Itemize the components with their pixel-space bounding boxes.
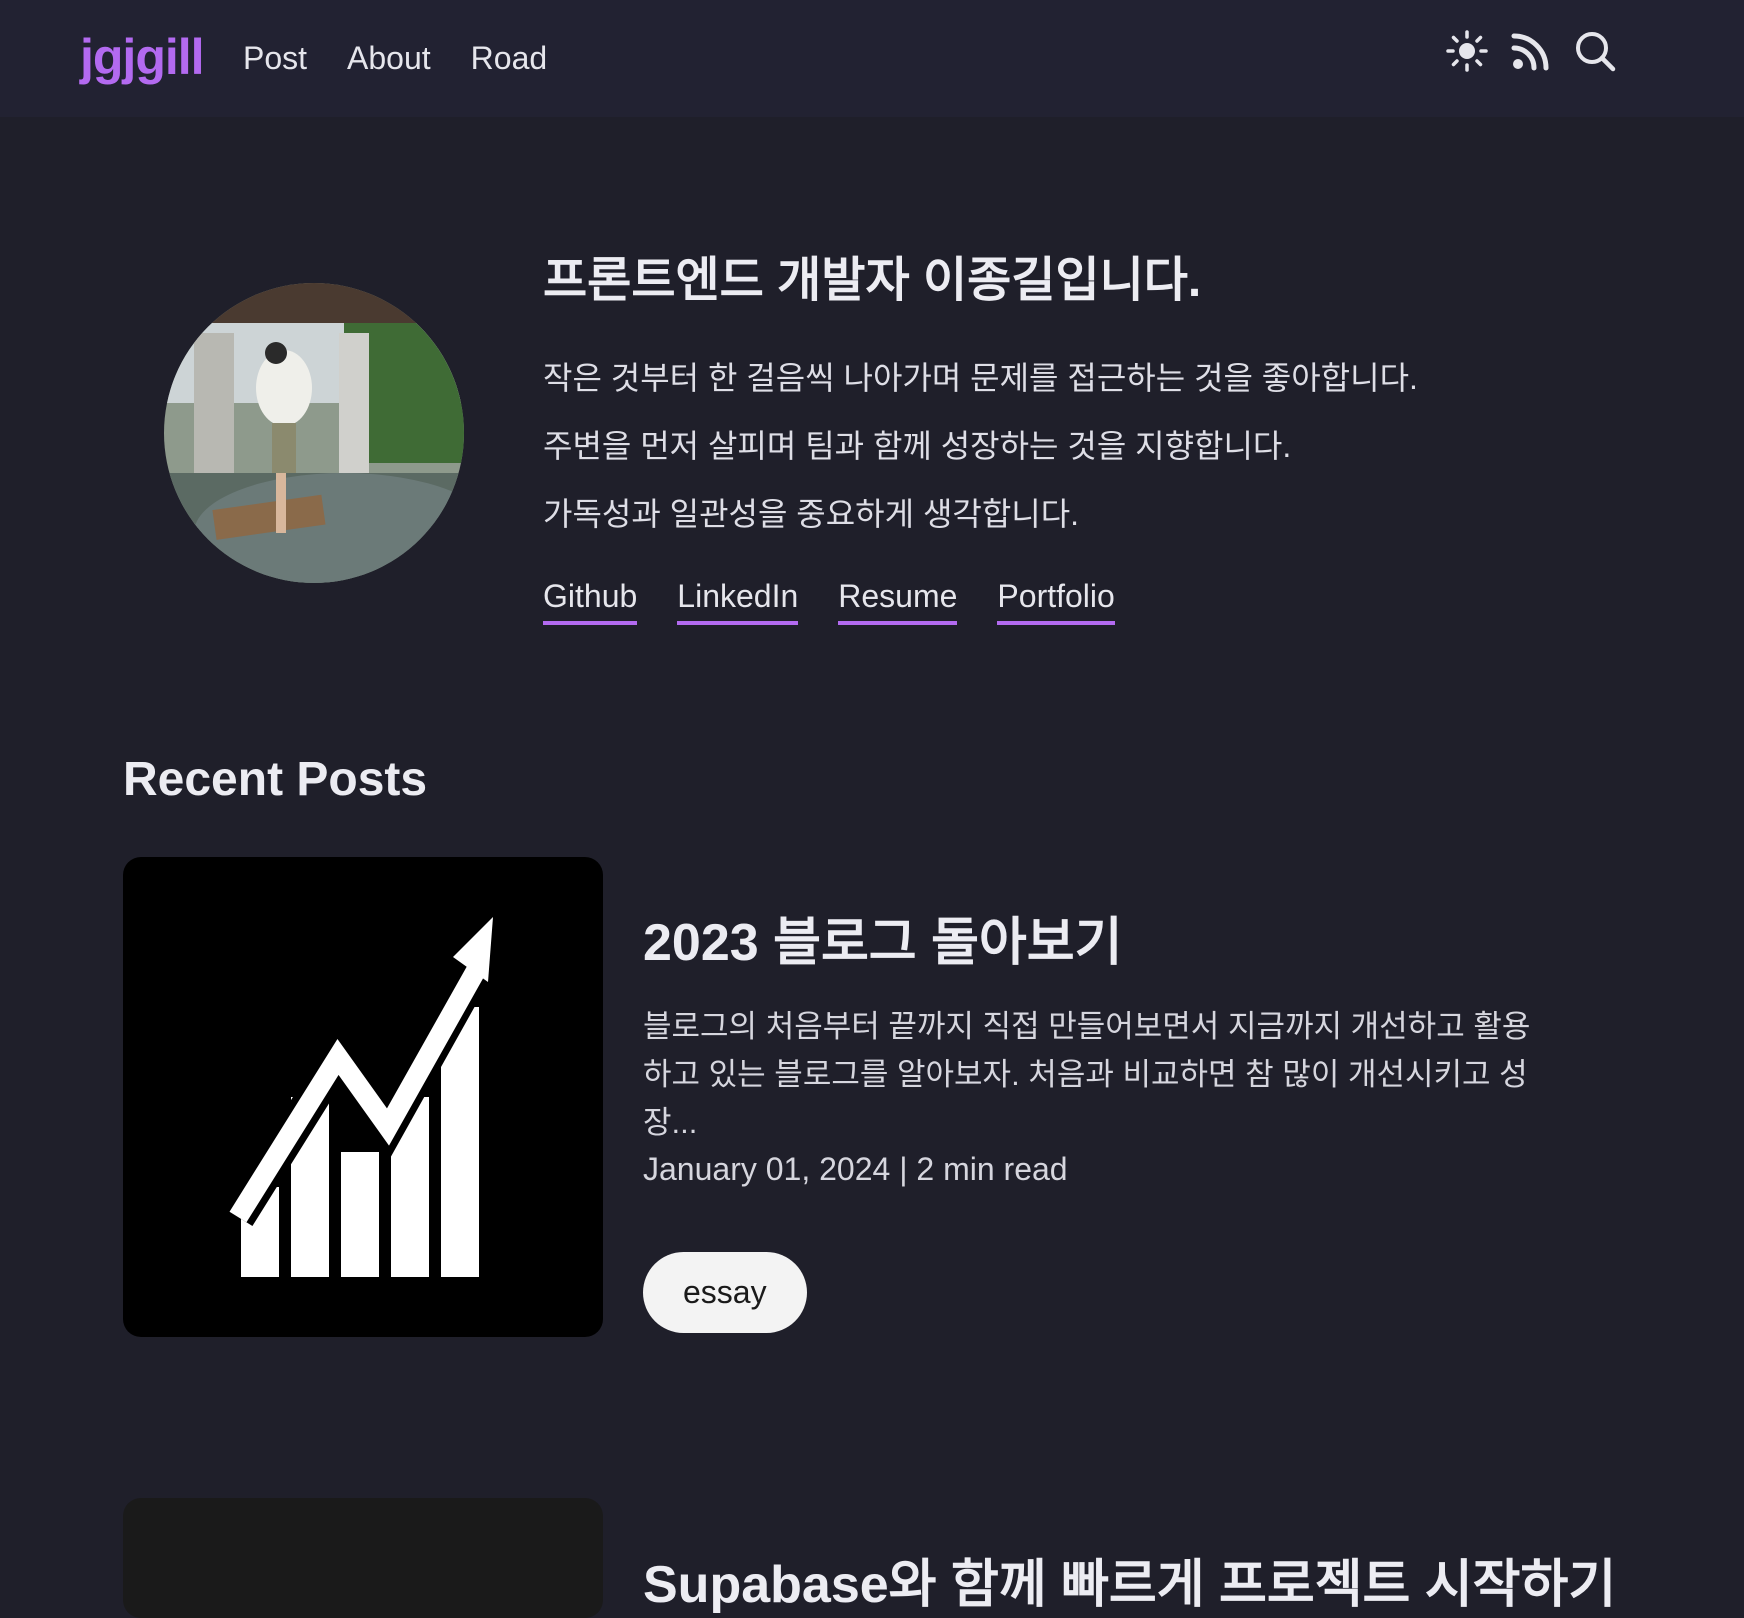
post-thumbnail[interactable] xyxy=(123,1498,603,1618)
sun-icon[interactable] xyxy=(1446,30,1488,72)
post-title[interactable]: 2023 블로그 돌아보기 xyxy=(643,900,1543,975)
site-logo[interactable]: jgjgill xyxy=(80,28,205,86)
nav-post[interactable]: Post xyxy=(243,40,307,77)
intro-lines: 작은 것부터 한 걸음씩 나아가며 문제를 접근하는 것을 좋아합니다. 주변을… xyxy=(543,344,1543,548)
recent-posts-title: Recent Posts xyxy=(123,753,428,806)
rss-icon[interactable] xyxy=(1510,30,1552,72)
portfolio-link[interactable]: Portfolio xyxy=(997,578,1115,625)
intro-line: 작은 것부터 한 걸음씩 나아가며 문제를 접근하는 것을 좋아합니다. xyxy=(543,360,1418,396)
post-excerpt: 블로그의 처음부터 끝까지 직접 만들어보면서 지금까지 개선하고 활용하고 있… xyxy=(643,1009,1531,1140)
main-nav: Post About Road xyxy=(243,40,547,77)
post-thumbnail[interactable] xyxy=(123,857,603,1337)
resume-link[interactable]: Resume xyxy=(838,578,958,625)
site-header: jgjgill Post About Road xyxy=(0,0,1744,117)
post-tag[interactable]: essay xyxy=(643,1252,807,1333)
profile-links: Github LinkedIn Resume Portfolio xyxy=(543,578,1543,625)
intro-heading: 프론트엔드 개발자 이종길입니다. xyxy=(543,254,1202,307)
post-card: 2023 블로그 돌아보기 블로그의 처음부터 끝까지 직접 만들어보면서 지금… xyxy=(643,900,1543,1333)
intro-section: 프론트엔드 개발자 이종길입니다. 작은 것부터 한 걸음씩 나아가며 문제를 … xyxy=(543,240,1543,625)
github-link[interactable]: Github xyxy=(543,578,638,625)
header-actions xyxy=(1446,30,1616,72)
post-title[interactable]: Supabase와 함께 빠르게 프로젝트 시작하기 xyxy=(643,1542,1616,1617)
intro-line: 주변을 먼저 살피며 팀과 함께 성장하는 것을 지향합니다. xyxy=(543,428,1292,464)
nav-road[interactable]: Road xyxy=(471,40,548,77)
intro-line: 가독성과 일관성을 중요하게 생각합니다. xyxy=(543,496,1080,532)
search-icon[interactable] xyxy=(1574,30,1616,72)
linkedin-link[interactable]: LinkedIn xyxy=(677,578,799,625)
post-meta: January 01, 2024 | 2 min read xyxy=(643,1151,1068,1187)
nav-about[interactable]: About xyxy=(347,40,431,77)
profile-avatar xyxy=(164,283,464,583)
growth-chart-icon xyxy=(223,917,498,1277)
